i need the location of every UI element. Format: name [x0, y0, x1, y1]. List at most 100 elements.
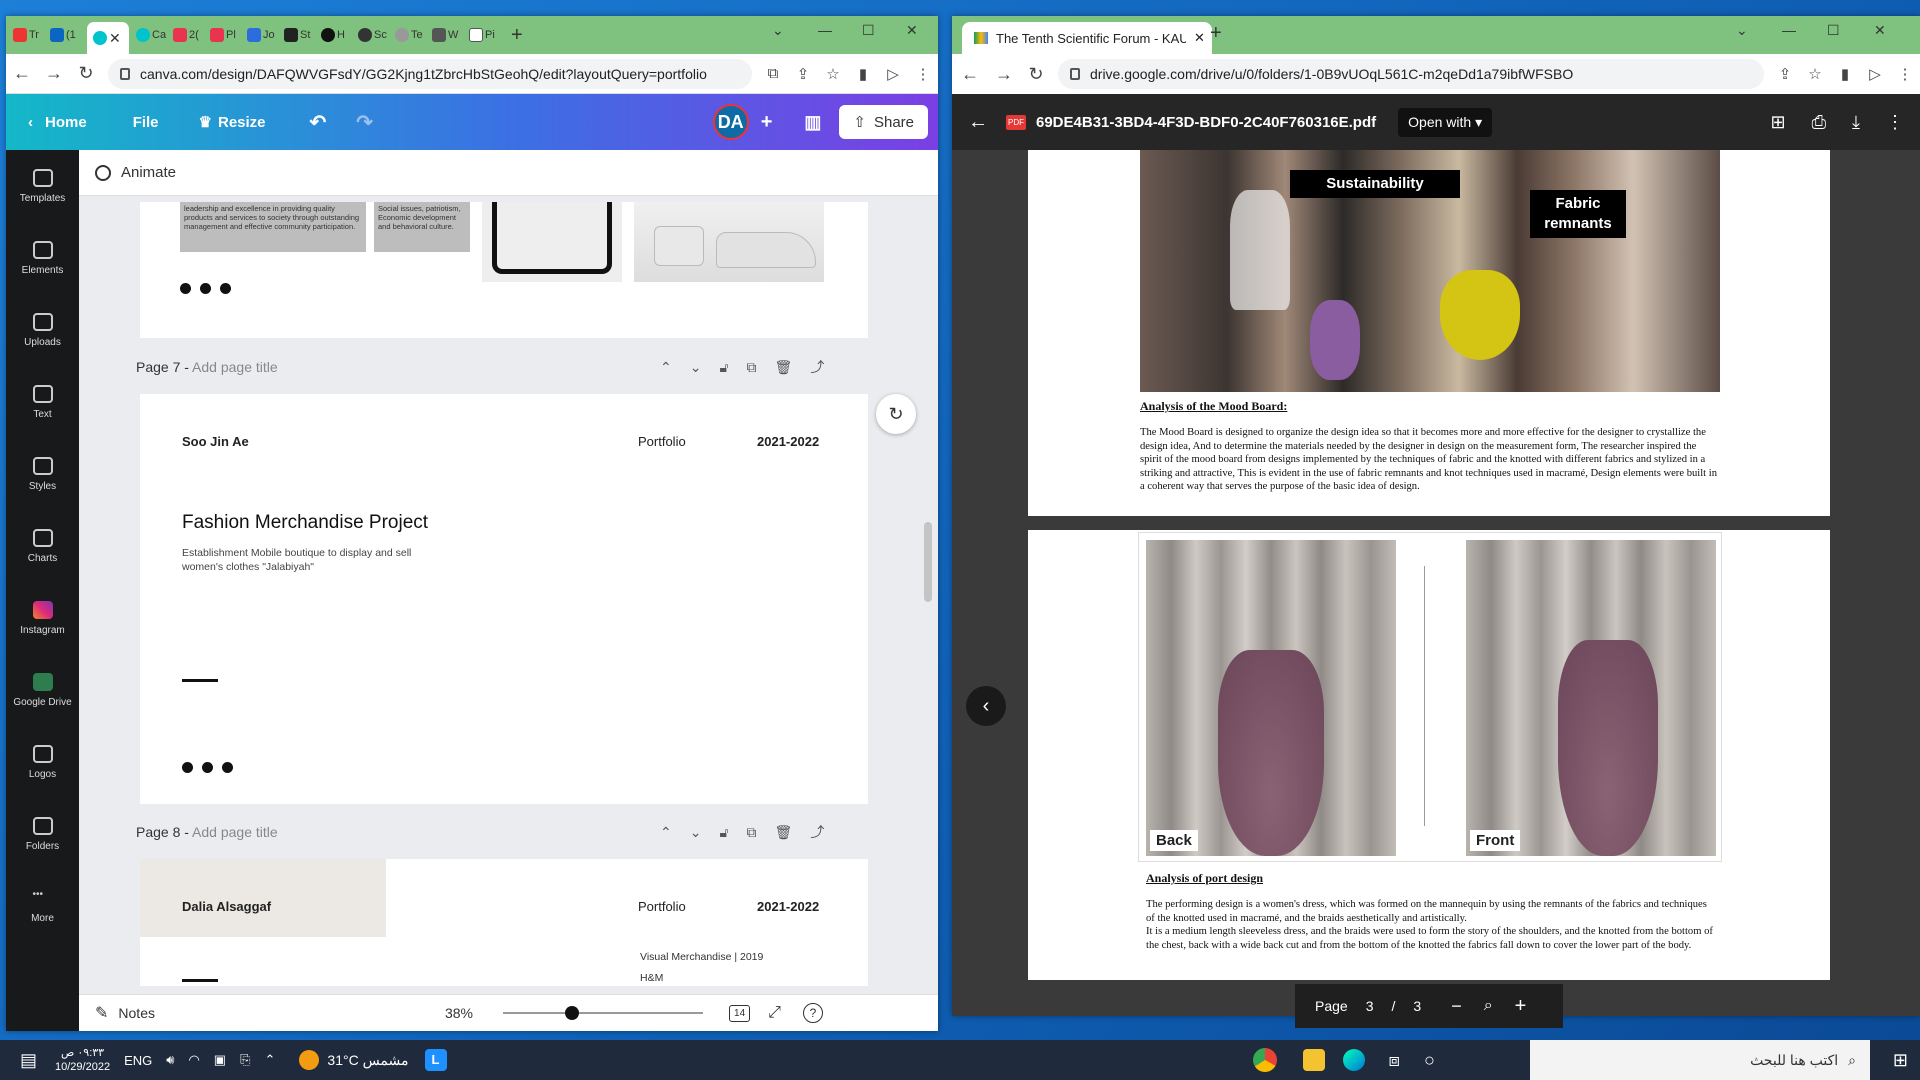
duplicate-icon[interactable]: ⧉ — [747, 359, 775, 375]
resize-button[interactable]: Resize — [218, 114, 266, 131]
tab-5[interactable]: 2( — [173, 22, 203, 48]
duplicate-icon[interactable]: ⧉ — [747, 824, 775, 840]
chevron-up-icon[interactable]: ⌃ — [660, 359, 690, 375]
sidebar-item-folders[interactable]: Folders — [6, 798, 79, 870]
add-people-icon[interactable]: + — [761, 111, 773, 134]
notes-icon[interactable]: ✎ — [95, 1003, 108, 1023]
share-button[interactable]: ⇧ Share — [839, 105, 928, 139]
weather-text[interactable]: 31°C مشمس — [327, 1052, 408, 1069]
tab-6[interactable]: Pl — [210, 22, 240, 48]
tab-11[interactable]: Te — [395, 22, 425, 48]
zoom-out-icon[interactable]: − — [1451, 996, 1462, 1017]
lock-icon[interactable]: 🔓︎ — [719, 824, 746, 840]
phone-image[interactable] — [482, 202, 622, 282]
tab-1[interactable]: Tr — [13, 22, 43, 48]
edge-icon[interactable] — [1342, 1049, 1365, 1071]
page-count-button[interactable]: 14 — [729, 1004, 751, 1022]
chevron-down-icon[interactable]: ⌄ — [690, 824, 720, 840]
company-line[interactable]: H&M — [640, 972, 663, 984]
pdf-document-area[interactable]: Sustainability Fabric remnants Analysis … — [952, 150, 1920, 1016]
back-icon[interactable]: ← — [952, 64, 988, 85]
forward-icon[interactable]: → — [38, 63, 70, 84]
taskbar-search[interactable]: اكتب هنا للبحث ⌕ — [1530, 1040, 1870, 1080]
chevron-up-icon[interactable]: ⌃ — [660, 824, 690, 840]
maximize-button[interactable]: ☐ — [1827, 22, 1840, 39]
volume-icon[interactable]: 🔊︎ — [166, 1052, 174, 1068]
task-view-icon[interactable]: ⧈ — [1389, 1050, 1400, 1071]
wifi-icon[interactable]: ◠ — [188, 1052, 199, 1068]
redo-icon[interactable]: ↷ — [356, 110, 373, 135]
comment-icon[interactable]: ↻ — [876, 394, 916, 434]
sidebar-item-text[interactable]: Text — [6, 366, 79, 438]
install-icon[interactable]: ⧉ — [758, 65, 788, 82]
trash-icon[interactable]: 🗑︎ — [775, 359, 811, 375]
portfolio-label[interactable]: Portfolio — [638, 434, 686, 449]
minimize-button[interactable]: — — [818, 22, 832, 38]
student-name[interactable]: Soo Jin Ae — [182, 434, 249, 449]
current-page[interactable]: 3 — [1366, 998, 1374, 1014]
notes-button[interactable]: Notes — [118, 1005, 155, 1021]
chevron-up-icon[interactable]: ⌃ — [265, 1052, 276, 1068]
url-field[interactable]: canva.com/design/DAFQWVGFsdY/GG2Kjng1tZb… — [108, 58, 752, 89]
text-block[interactable]: leadership and excellence in providing q… — [180, 202, 366, 252]
home-button[interactable]: Home — [45, 114, 87, 131]
minimize-button[interactable]: — — [1782, 22, 1796, 38]
project-title[interactable]: Fashion Merchandise Project — [182, 512, 428, 534]
sidebar-item-google-drive[interactable]: Google Drive — [6, 654, 79, 726]
sidebar-item-uploads[interactable]: Uploads — [6, 294, 79, 366]
chevron-down-icon[interactable]: ⌄ — [772, 22, 784, 39]
reload-icon[interactable]: ↻ — [1020, 64, 1052, 85]
menu-icon[interactable]: ⋮ — [1890, 65, 1920, 83]
page-7-title[interactable]: Page 7 - Add page title — [136, 359, 278, 375]
lock-icon[interactable]: 🔓︎ — [719, 359, 746, 375]
close-window-button[interactable]: ✕ — [906, 22, 918, 39]
zoom-reset-icon[interactable]: ⌕ — [1484, 997, 1493, 1015]
tab-8[interactable]: St — [284, 22, 314, 48]
student-name[interactable]: Dalia Alsaggaf — [182, 899, 271, 914]
new-tab-button[interactable]: + — [511, 24, 523, 47]
share-icon[interactable]: ⇪ — [788, 65, 818, 83]
sidebar-icon[interactable]: ▮ — [848, 65, 878, 83]
text-block[interactable]: Social issues, patriotism, Economic deve… — [374, 202, 470, 252]
tab-9[interactable]: H — [321, 22, 351, 48]
sidebar-item-styles[interactable]: Styles — [6, 438, 79, 510]
sidebar-item-more[interactable]: ••• More — [6, 870, 79, 942]
previous-file-button[interactable]: ‹ — [966, 686, 1006, 726]
sidebar-icon[interactable]: ▮ — [1830, 65, 1860, 83]
more-options-icon[interactable]: ⋮ — [1886, 112, 1904, 133]
sidebar-item-templates[interactable]: Templates — [6, 150, 79, 222]
add-shortcut-icon[interactable]: ⊞ — [1771, 112, 1786, 133]
tab-drive-active[interactable]: The Tenth Scientific Forum - KAU ✕ — [962, 22, 1212, 54]
tab-4[interactable]: Ca — [136, 22, 166, 48]
reload-icon[interactable]: ↻ — [70, 63, 102, 84]
trash-icon[interactable]: 🗑︎ — [775, 824, 811, 840]
fullscreen-icon[interactable]: ⤢ — [768, 1004, 781, 1022]
tab-12[interactable]: W — [432, 22, 462, 48]
sidebar-item-logos[interactable]: Logos — [6, 726, 79, 798]
insights-icon[interactable]: ▥ — [804, 112, 821, 133]
help-icon[interactable]: ? — [802, 1003, 823, 1023]
experience-line[interactable]: Visual Merchandise | 2019 — [640, 951, 763, 963]
scrollbar-thumb[interactable] — [924, 522, 932, 602]
tab-canva-active[interactable]: ✕ — [87, 22, 129, 54]
close-icon[interactable]: ✕ — [109, 30, 121, 47]
vertical-scrollbar[interactable] — [924, 202, 936, 982]
page-8-title[interactable]: Page 8 - Add page title — [136, 824, 278, 840]
clock[interactable]: ٠٩:٣٣ ص 10/29/2022 — [55, 1046, 110, 1074]
undo-icon[interactable]: ↶ — [310, 110, 327, 135]
file-explorer-icon[interactable] — [1302, 1049, 1325, 1071]
sidebar-item-elements[interactable]: Elements — [6, 222, 79, 294]
menu-icon[interactable]: ⋮ — [908, 65, 938, 83]
add-page-icon[interactable]: ⤴ — [810, 824, 842, 840]
zoom-in-icon[interactable]: + — [1515, 995, 1527, 1018]
page-8-canvas[interactable]: Dalia Alsaggaf Portfolio 2021-2022 Visua… — [140, 859, 868, 986]
tab-7[interactable]: Jo — [247, 22, 277, 48]
sidebar-item-instagram[interactable]: Instagram — [6, 582, 79, 654]
close-window-button[interactable]: ✕ — [1874, 22, 1886, 39]
year-label[interactable]: 2021-2022 — [757, 434, 819, 449]
year-label[interactable]: 2021-2022 — [757, 899, 819, 914]
tab-10[interactable]: Sc — [358, 22, 388, 48]
open-with-button[interactable]: Open with ▾ — [1398, 107, 1493, 137]
animate-button[interactable]: Animate — [121, 164, 176, 181]
close-icon[interactable]: ✕ — [1194, 30, 1205, 46]
